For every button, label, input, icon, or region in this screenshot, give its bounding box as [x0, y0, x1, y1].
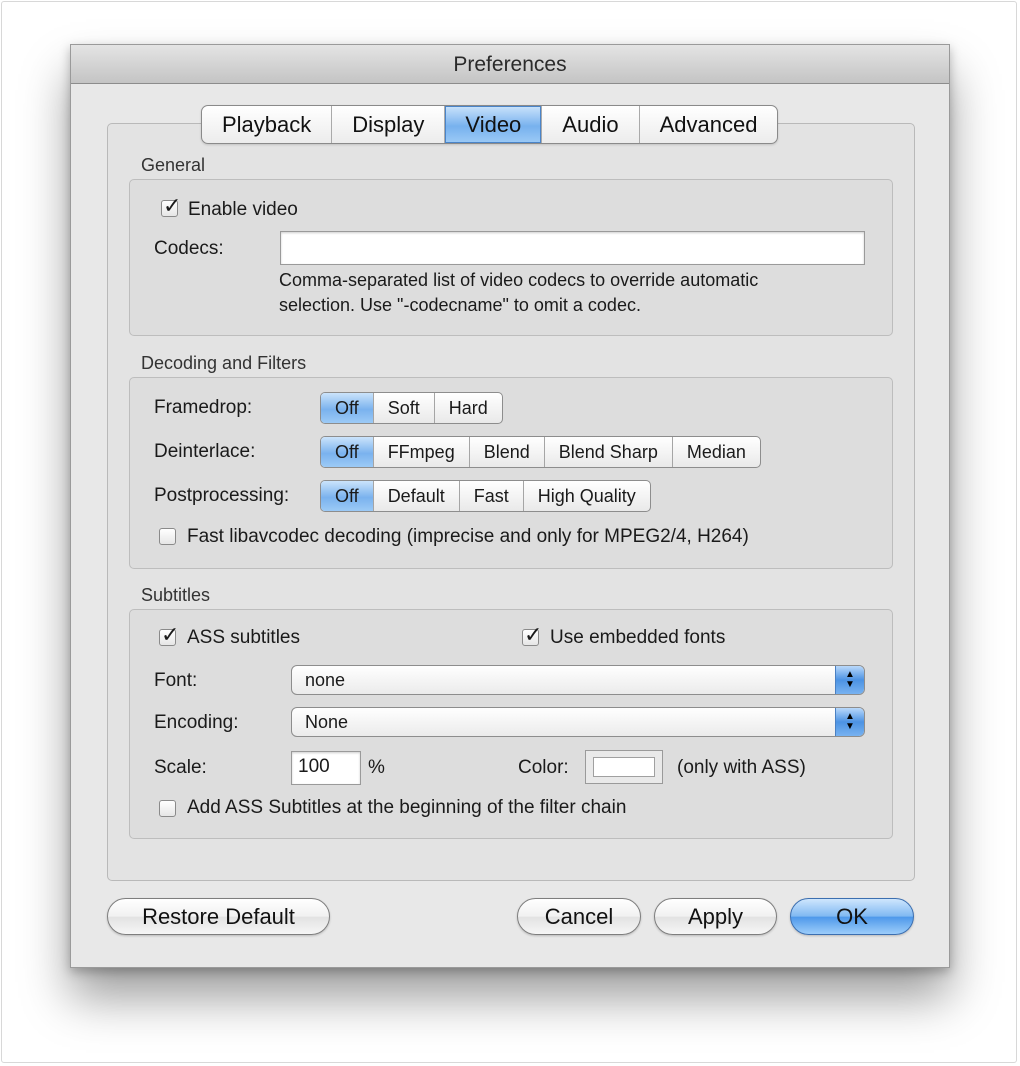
- font-popup-value: none: [305, 670, 346, 690]
- embedded-fonts-label: Use embedded fonts: [550, 627, 726, 648]
- framedrop-hard[interactable]: Hard: [435, 393, 502, 423]
- tab-audio[interactable]: Audio: [542, 106, 640, 143]
- framedrop-soft[interactable]: Soft: [374, 393, 435, 423]
- general-section-title: General: [141, 155, 206, 175]
- filter-chain-label: Add ASS Subtitles at the beginning of th…: [187, 797, 627, 818]
- scale-input[interactable]: 100: [291, 751, 361, 785]
- embedded-fonts-checkbox[interactable]: ✓: [522, 624, 542, 646]
- color-swatch: [593, 757, 655, 777]
- postprocessing-label: Postprocessing:: [154, 485, 290, 506]
- encoding-label: Encoding:: [154, 712, 239, 733]
- filter-chain-checkbox[interactable]: [159, 800, 176, 817]
- font-popup[interactable]: none ▲ ▼: [291, 665, 865, 695]
- color-label: Color:: [518, 757, 569, 778]
- tab-advanced[interactable]: Advanced: [640, 106, 778, 143]
- scale-unit: %: [368, 757, 385, 778]
- encoding-popup[interactable]: None ▲ ▼: [291, 707, 865, 737]
- framedrop-label: Framedrop:: [154, 397, 253, 418]
- restore-default-button[interactable]: Restore Default: [107, 898, 330, 935]
- codecs-input[interactable]: [280, 231, 865, 265]
- fast-decoding-checkbox[interactable]: [159, 528, 176, 545]
- deinterlace-blend[interactable]: Blend: [470, 437, 545, 467]
- enable-video-checkbox[interactable]: ✓: [161, 195, 181, 217]
- enable-video-label: Enable video: [188, 199, 298, 220]
- framedrop-off[interactable]: Off: [321, 393, 374, 423]
- cancel-button[interactable]: Cancel: [517, 898, 641, 935]
- deinterlace-median[interactable]: Median: [673, 437, 760, 467]
- deinterlace-blend-sharp[interactable]: Blend Sharp: [545, 437, 673, 467]
- postprocessing-off[interactable]: Off: [321, 481, 374, 511]
- decoding-section-title: Decoding and Filters: [141, 353, 307, 373]
- deinterlace-label: Deinterlace:: [154, 441, 256, 462]
- tab-display[interactable]: Display: [332, 106, 446, 143]
- up-down-arrows-icon: ▲ ▼: [835, 708, 864, 736]
- postprocessing-high-quality[interactable]: High Quality: [524, 481, 650, 511]
- tab-playback[interactable]: Playback: [202, 106, 333, 143]
- codecs-label: Codecs:: [154, 238, 224, 259]
- checkmark-icon: ✓: [161, 622, 180, 647]
- codecs-help-line2: selection. Use "-codecname" to omit a co…: [279, 295, 641, 315]
- ok-button[interactable]: OK: [790, 898, 914, 935]
- codecs-help-line1: Comma-separated list of video codecs to …: [279, 270, 759, 290]
- framedrop-segmented: Off Soft Hard: [320, 392, 503, 424]
- font-label: Font:: [154, 670, 198, 691]
- checkmark-icon: ✓: [163, 193, 182, 218]
- encoding-popup-value: None: [305, 712, 349, 732]
- fast-decoding-label: Fast libavcodec decoding (imprecise and …: [187, 526, 749, 547]
- up-down-arrows-icon: ▲ ▼: [835, 666, 864, 694]
- apply-button[interactable]: Apply: [654, 898, 777, 935]
- tab-video[interactable]: Video: [445, 106, 543, 143]
- color-note: (only with ASS): [677, 757, 806, 778]
- color-well[interactable]: [585, 750, 663, 784]
- window-title: Preferences: [71, 45, 949, 84]
- ass-subtitles-checkbox[interactable]: ✓: [159, 624, 179, 646]
- postprocessing-fast[interactable]: Fast: [460, 481, 524, 511]
- scale-label: Scale:: [154, 757, 207, 778]
- deinterlace-segmented: Off FFmpeg Blend Blend Sharp Median: [320, 436, 761, 468]
- preferences-window: Preferences Playback Display Video Audio…: [70, 44, 950, 968]
- postprocessing-default[interactable]: Default: [374, 481, 460, 511]
- ass-subtitles-label: ASS subtitles: [187, 627, 300, 648]
- subtitles-section-title: Subtitles: [141, 585, 211, 605]
- postprocessing-segmented: Off Default Fast High Quality: [320, 480, 651, 512]
- tab-bar: Playback Display Video Audio Advanced: [201, 105, 779, 144]
- checkmark-icon: ✓: [524, 622, 543, 647]
- deinterlace-ffmpeg[interactable]: FFmpeg: [374, 437, 470, 467]
- deinterlace-off[interactable]: Off: [321, 437, 374, 467]
